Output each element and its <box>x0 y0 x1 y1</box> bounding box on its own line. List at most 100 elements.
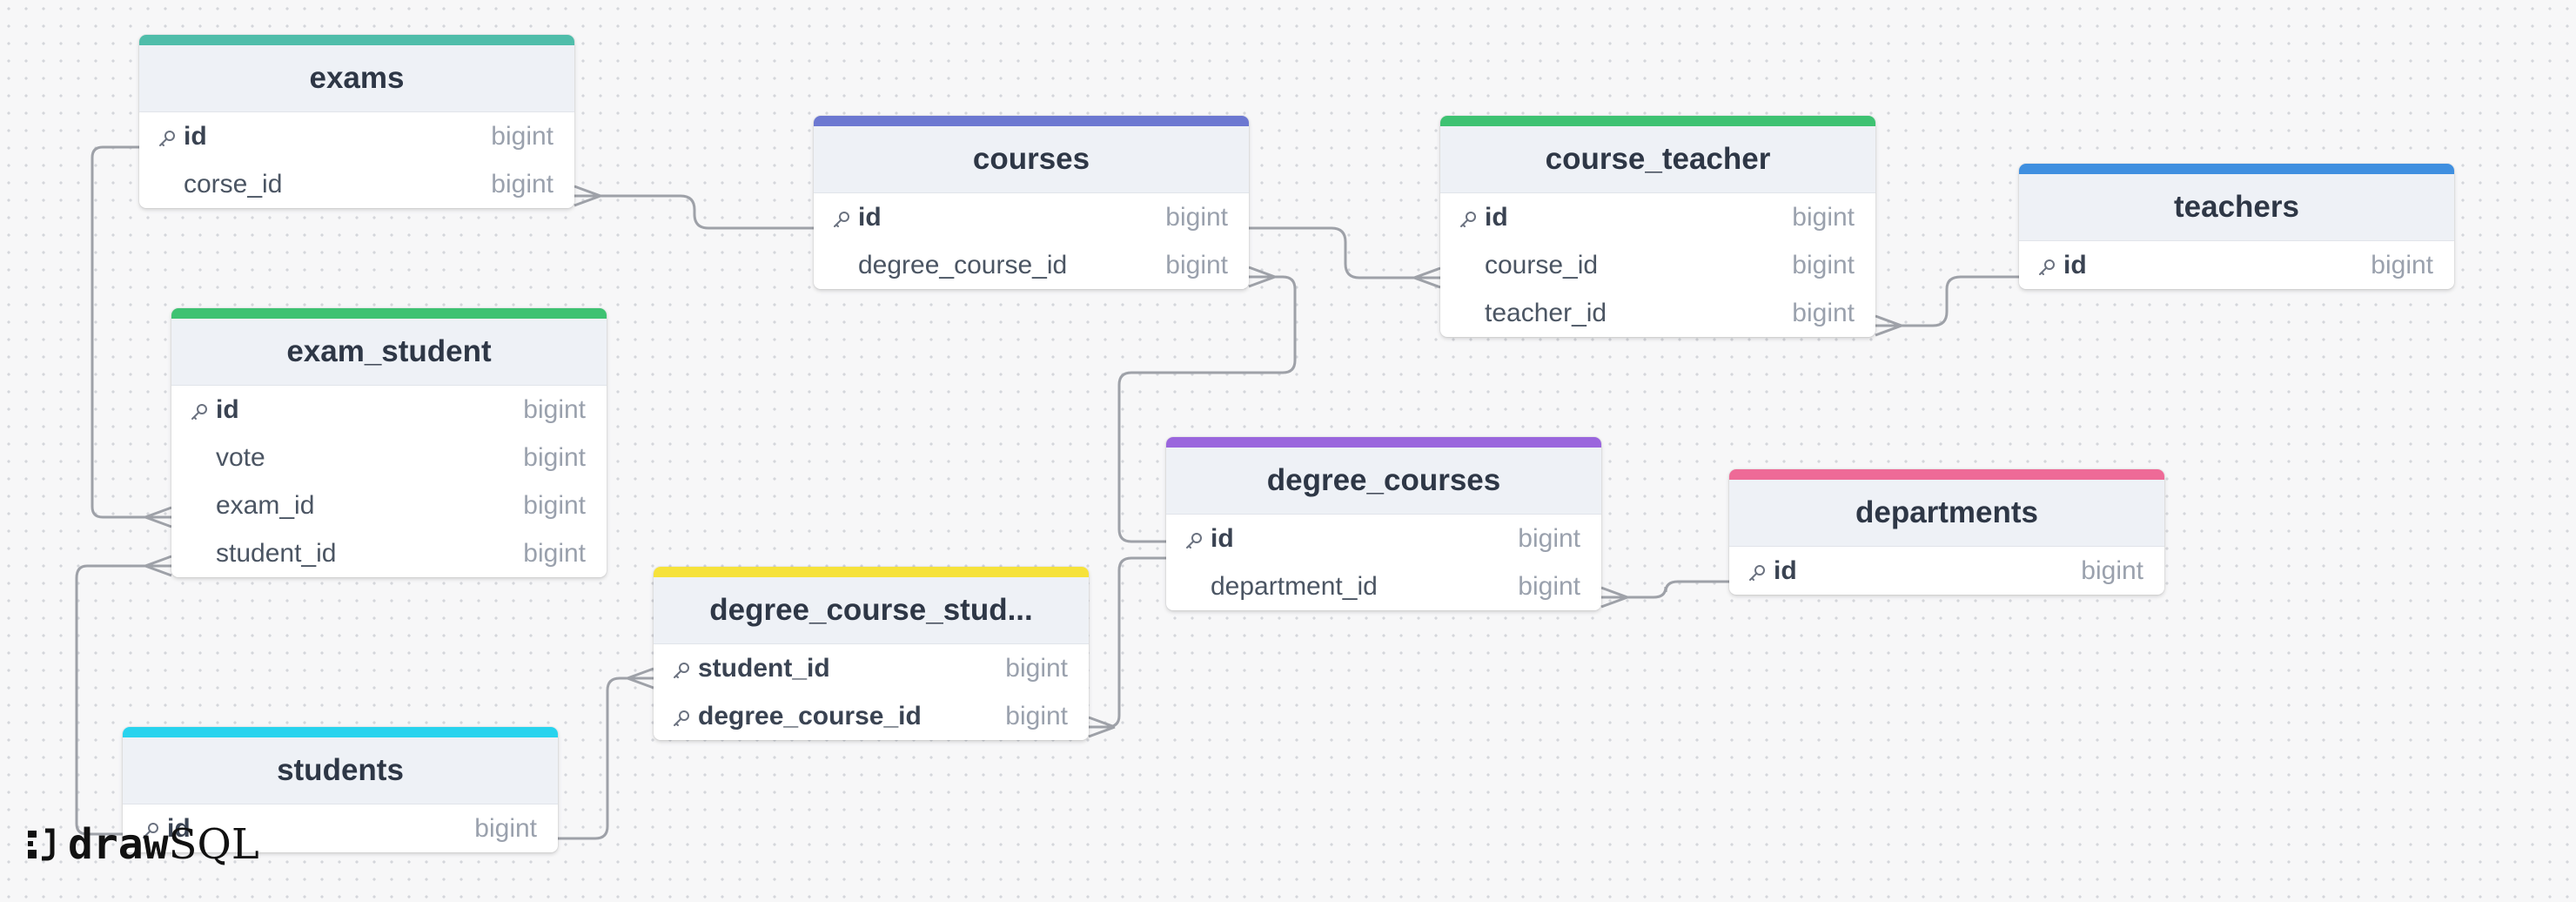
drawsql-logo-icon <box>28 828 55 861</box>
table-column-row[interactable]: id bigint <box>1729 547 2164 595</box>
rel-students-degree-course-stud <box>558 676 654 840</box>
column-name: course_id <box>1485 250 1599 279</box>
table-column-row[interactable]: id bigint <box>1440 193 1875 241</box>
column-name: degree_course_id <box>698 701 922 730</box>
key-icon <box>671 658 692 679</box>
table-color-band <box>1729 469 2164 480</box>
column-name: exam_id <box>216 490 315 520</box>
column-type: bigint <box>1792 202 1855 232</box>
column-type: bigint <box>1518 571 1580 601</box>
rel-exams-courses <box>574 194 814 230</box>
key-icon <box>1747 561 1768 582</box>
column-name: student_id <box>216 538 337 568</box>
key-icon <box>1458 207 1479 228</box>
table-color-band <box>814 116 1249 126</box>
brand-text-sql: SQL <box>168 820 259 869</box>
table-card[interactable]: degree_course_stud... student_id bigint deg… <box>654 567 1089 740</box>
table-title[interactable]: departments <box>1729 480 2164 547</box>
table-column-row[interactable]: id bigint <box>2019 241 2454 289</box>
table-card[interactable]: courses id bigint degree_course_id bigint <box>814 116 1249 289</box>
column-type: bigint <box>523 394 586 424</box>
table-column-row[interactable]: vote bigint <box>171 434 607 481</box>
crows-foot-marker <box>144 555 172 577</box>
table-column-row[interactable]: corse_id bigint <box>139 160 574 208</box>
table-title[interactable]: courses <box>814 126 1249 193</box>
table-card[interactable]: exams id bigint corse_id bigint <box>139 35 574 208</box>
table-title[interactable]: exam_student <box>171 319 607 386</box>
rel-degree-courses-departments <box>1601 580 1729 599</box>
column-name: teacher_id <box>1485 298 1607 327</box>
table-column-row[interactable]: degree_course_id bigint <box>654 692 1089 740</box>
table-column-row[interactable]: student_id bigint <box>171 529 607 577</box>
key-icon <box>157 126 178 147</box>
column-type: bigint <box>1165 202 1228 232</box>
table-column-row[interactable]: teacher_id bigint <box>1440 289 1875 337</box>
table-title[interactable]: degree_courses <box>1166 448 1601 515</box>
column-type: bigint <box>1792 250 1855 279</box>
table-column-row[interactable]: id bigint <box>814 193 1249 241</box>
key-icon <box>671 706 692 727</box>
diagram-canvas[interactable]: exams id bigint corse_id bigint courses id bigi… <box>0 0 2576 902</box>
rel-course-teacher-teachers <box>1875 275 2019 327</box>
crows-foot-marker <box>1413 266 1441 289</box>
table-title[interactable]: degree_course_stud... <box>654 577 1089 644</box>
column-type: bigint <box>523 538 586 568</box>
table-card[interactable]: course_teacher id bigint course_id bigint tea… <box>1440 116 1875 337</box>
table-color-band <box>2019 164 2454 174</box>
table-title[interactable]: teachers <box>2019 174 2454 241</box>
table-column-row[interactable]: degree_course_id bigint <box>814 241 1249 289</box>
column-name: student_id <box>698 653 830 683</box>
table-title[interactable]: exams <box>139 45 574 112</box>
column-type: bigint <box>523 490 586 520</box>
column-type: bigint <box>1518 523 1580 553</box>
table-card[interactable]: departments id bigint <box>1729 469 2164 595</box>
column-name: id <box>1485 202 1508 232</box>
column-type: bigint <box>474 813 537 843</box>
crows-foot-marker <box>1088 716 1116 738</box>
rel-degree-courses-degree-course-stud <box>1089 556 1166 729</box>
table-card[interactable]: teachers id bigint <box>2019 164 2454 289</box>
column-name: degree_course_id <box>858 250 1068 279</box>
table-title[interactable]: students <box>123 737 558 804</box>
crows-foot-marker <box>574 185 601 207</box>
table-column-row[interactable]: course_id bigint <box>1440 241 1875 289</box>
brand-text-draw: draw <box>68 820 169 869</box>
column-type: bigint <box>2081 555 2143 585</box>
column-name: id <box>1774 555 1797 585</box>
table-column-row[interactable]: exam_id bigint <box>171 481 607 529</box>
column-name: id <box>858 202 882 232</box>
column-type: bigint <box>1792 298 1855 327</box>
column-name: corse_id <box>184 169 283 199</box>
table-column-row[interactable]: student_id bigint <box>654 644 1089 692</box>
table-card[interactable]: degree_coursesid bigint department_id bigin… <box>1166 437 1601 610</box>
column-name: id <box>1211 523 1234 553</box>
crows-foot-marker <box>1248 266 1276 288</box>
table-column-row[interactable]: id bigint <box>171 386 607 434</box>
column-name: id <box>184 121 207 151</box>
rel-courses-course-teacher <box>1249 226 1440 279</box>
table-color-band <box>171 308 607 319</box>
column-type: bigint <box>491 169 553 199</box>
key-icon <box>2036 255 2057 276</box>
column-name: department_id <box>1211 571 1378 601</box>
crows-foot-marker <box>627 667 654 690</box>
column-name: id <box>2063 250 2087 279</box>
column-name: vote <box>216 442 265 472</box>
column-type: bigint <box>1005 701 1068 730</box>
table-color-band <box>1166 437 1601 448</box>
drawsql-logo: draw SQL <box>26 820 259 869</box>
table-column-row[interactable]: id bigint <box>139 112 574 160</box>
table-card[interactable]: exam_student id bigint vote bigint exam_id big… <box>171 308 607 577</box>
column-type: bigint <box>2371 250 2433 279</box>
key-icon <box>1184 528 1204 549</box>
table-color-band <box>123 727 558 737</box>
table-column-row[interactable]: department_id bigint <box>1166 562 1601 610</box>
column-type: bigint <box>1005 653 1068 683</box>
table-title[interactable]: course_teacher <box>1440 126 1875 193</box>
key-icon <box>189 400 210 421</box>
column-type: bigint <box>491 121 553 151</box>
column-type: bigint <box>1165 250 1228 279</box>
table-color-band <box>139 35 574 45</box>
column-name: id <box>216 394 239 424</box>
table-column-row[interactable]: id bigint <box>1166 515 1601 562</box>
